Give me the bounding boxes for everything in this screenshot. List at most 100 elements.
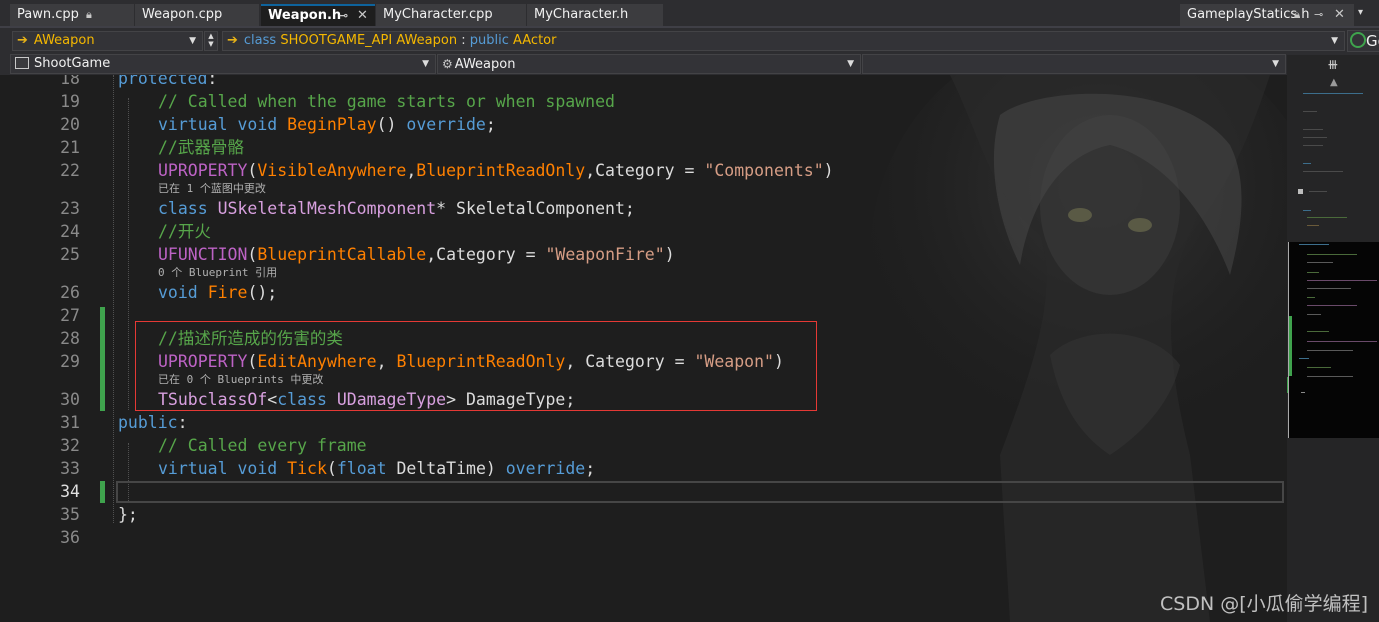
go-label: Go [1366,32,1379,50]
comment: //武器骨骼 [158,138,244,157]
change-marker [100,481,105,503]
code-line: void Fire(); [158,281,277,304]
member-signature-combo[interactable]: ➔ class SHOOTGAME_API AWeapon : public AA… [222,31,1345,51]
type-name: USkeletalMeshComponent [217,199,437,218]
class-scope-icon: ⚙︎ [442,57,453,71]
punctuation: ( [326,459,337,478]
tab-label: Weapon.cpp [142,7,223,22]
minimap-line [1303,163,1311,164]
specifier: VisibleAnywhere [257,161,407,180]
punctuation: , [585,161,596,180]
minimap-line [1307,225,1319,226]
function-name: Fire [207,283,248,302]
signature-api: SHOOTGAME_API [280,33,393,48]
scroll-up-arrow-icon[interactable]: ▲ [1330,77,1338,88]
punctuation: () [376,115,397,134]
punctuation: : [177,413,188,432]
code-line: class USkeletalMeshComponent* SkeletalCo… [158,197,635,220]
minimap-line [1303,171,1343,172]
chevron-down-icon: ▼ [189,36,196,46]
punctuation: }; [118,505,138,524]
minimap-line [1303,111,1317,112]
document-tab-bar: Pawn.cpp 🔒︎ Weapon.cpp Weapon.h ⊸ ✕ MyCh… [0,0,1379,28]
specifier: BlueprintCallable [257,245,427,264]
line-number: 31 [60,413,80,432]
code-line: protected: [118,75,217,90]
pin-icon[interactable]: ⊸ [1314,4,1323,26]
pin-icon[interactable]: ⊸ [339,6,348,26]
tab-mycharacter-h[interactable]: MyCharacter.h [527,4,663,26]
line-number: 28 [60,329,80,348]
keyword: void [237,115,278,134]
tab-overflow-chevron-icon[interactable]: ▾ [1358,7,1363,18]
chevron-down-icon: ▼ [847,59,854,69]
go-circle-icon [1350,32,1366,48]
tab-label: MyCharacter.cpp [383,7,493,22]
lock-icon: 🔒︎ [86,8,92,21]
scope-combo[interactable]: ⚙︎ AWeapon ▼ [437,54,861,74]
keyword: override [505,459,586,478]
code-line: //武器骨骼 [158,136,244,159]
tab-label: GameplayStatics.h [1187,7,1310,22]
minimap-viewport[interactable] [1288,242,1379,438]
punctuation: ) [485,459,506,478]
code-line: UPROPERTY(VisibleAnywhere,BlueprintReadO… [158,159,834,182]
specifier: Category [595,161,675,180]
code-editor[interactable]: 18 19 20 21 22 23 24 25 26 27 28 29 30 3… [0,75,1287,622]
spinner-arrows-icon[interactable]: ▲ ▼ [204,31,218,51]
project-combo-value: ShootGame [34,56,111,71]
punctuation: ) [664,245,675,264]
signature-separator: : [461,33,466,48]
keyword: void [158,283,198,302]
current-line-highlight [116,481,1284,503]
line-number: 22 [60,161,80,180]
signature-base: AActor [513,33,557,48]
tab-mycharacter-cpp[interactable]: MyCharacter.cpp [376,4,526,26]
close-icon[interactable]: ✕ [357,6,368,26]
tab-weapon-cpp[interactable]: Weapon.cpp [135,4,259,26]
macro: UPROPERTY [158,161,248,180]
tab-label: Weapon.h [268,8,342,23]
tab-weapon-h[interactable]: Weapon.h ⊸ ✕ [261,4,375,26]
variable: SkeletalComponent [456,199,625,218]
signature-keyword: class [243,33,277,48]
keyword: public [118,413,178,432]
comment: // Called when the game starts or when s… [158,92,615,111]
comment: //开火 [158,222,211,241]
line-number: 20 [60,115,80,134]
scope-bar: ShootGame ▼ ⚙︎ AWeapon ▼ ▼ [0,54,1379,75]
tab-pawn-cpp[interactable]: Pawn.cpp 🔒︎ [10,4,134,26]
navigate-arrow-icon: ➔ [17,33,28,48]
minimap-line [1303,129,1323,130]
go-button[interactable]: Go [1347,30,1379,52]
punctuation: ) [823,161,834,180]
line-number: 21 [60,138,80,157]
line-number: 27 [60,306,80,325]
code-line: }; [118,503,138,526]
tab-gameplaystatics-h[interactable]: GameplayStatics.h 🔒︎ ⊸ ✕ [1180,4,1354,26]
keyword: void [237,459,278,478]
code-line: UFUNCTION(BlueprintCallable,Category = "… [158,243,675,266]
change-marker [100,307,105,411]
punctuation: * [436,199,457,218]
minimap-line [1309,191,1327,192]
line-number: 29 [60,352,80,371]
codelens-hint[interactable]: 已在 1 个蓝图中更改 [158,181,266,196]
punctuation: (); [247,283,278,302]
member-combo[interactable]: ▼ [862,54,1286,74]
minimap-line [1307,217,1347,218]
line-number: 25 [60,245,80,264]
code-line: // Called every frame [158,434,367,457]
line-number: 19 [60,92,80,111]
split-view-icon[interactable]: ⧻ [1327,57,1339,73]
signature-name: AWeapon [396,33,458,48]
codelens-hint[interactable]: 0 个 Blueprint 引用 [158,265,277,280]
line-number: 33 [60,459,80,478]
close-icon[interactable]: ✕ [1334,4,1345,26]
tab-label: Pawn.cpp [17,7,79,22]
class-combo[interactable]: ➔ AWeapon ▼ [12,31,203,51]
function-name: Tick [287,459,327,478]
project-combo[interactable]: ShootGame ▼ [10,54,436,74]
code-line: //开火 [158,220,211,243]
minimap-line [1303,210,1311,211]
